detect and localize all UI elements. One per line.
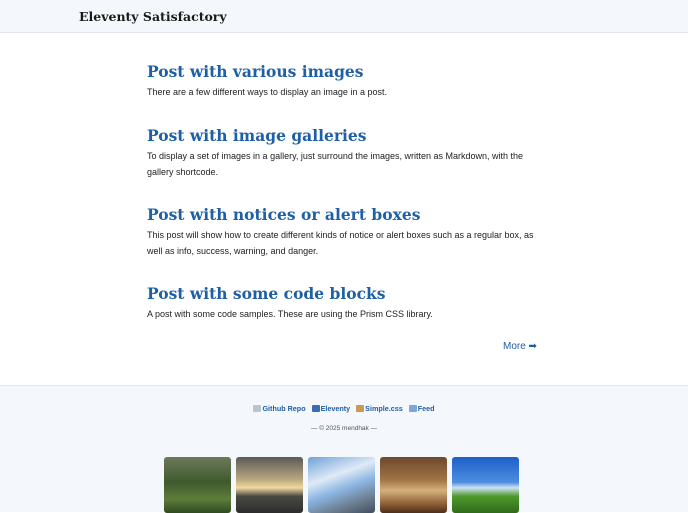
post-summary: This post will show how to create differ… (147, 230, 534, 256)
footer-link-eleventy[interactable]: Eleventy (311, 404, 351, 413)
post-item: Post with various images There are a few… (147, 63, 539, 100)
footer-link-github[interactable]: Github Repo (253, 404, 306, 413)
github-icon (253, 405, 262, 412)
post-title-link[interactable]: Post with image galleries (147, 127, 539, 145)
post-summary: To display a set of images in a gallery,… (147, 151, 524, 177)
eleventy-icon (311, 405, 320, 412)
thumbnail-alpine-village[interactable] (452, 457, 519, 513)
more-link[interactable]: More ➡ (503, 341, 537, 352)
post-summary: There are a few different ways to displa… (147, 87, 387, 97)
post-item: Post with image galleries To display a s… (147, 127, 539, 180)
post-summary: A post with some code samples. These are… (147, 309, 433, 319)
footer-link-label: Simple.css (365, 404, 403, 413)
post-title-link[interactable]: Post with various images (147, 63, 539, 81)
post-item: Post with notices or alert boxes This po… (147, 206, 539, 259)
thumbnail-forest[interactable] (164, 457, 231, 513)
post-title-link[interactable]: Post with notices or alert boxes (147, 206, 539, 224)
footer-link-simplecss[interactable]: Simple.css (356, 404, 403, 413)
footer-links: Github Repo Eleventy Simple.css Feed (0, 404, 688, 413)
thumbnail-sunset-sea[interactable] (236, 457, 303, 513)
site-title-link[interactable]: Eleventy Satisfactory (79, 9, 227, 24)
site-footer: Github Repo Eleventy Simple.css Feed — ©… (0, 385, 688, 513)
site-header: Eleventy Satisfactory (0, 0, 688, 33)
footer-link-feed[interactable]: Feed (408, 404, 435, 413)
footer-link-label: Github Repo (262, 404, 306, 413)
feed-icon (408, 405, 417, 412)
footer-link-label: Feed (417, 404, 435, 413)
post-title-link[interactable]: Post with some code blocks (147, 285, 539, 303)
post-list: Post with various images There are a few… (0, 33, 688, 385)
simplecss-icon (356, 405, 365, 412)
copyright: — © 2025 mendhak — (310, 425, 378, 432)
footer-link-label: Eleventy (320, 404, 351, 413)
thumbnail-mountains-clouds[interactable] (308, 457, 375, 513)
post-item: Post with some code blocks A post with s… (147, 285, 539, 322)
thumbnail-strip (164, 457, 519, 513)
thumbnail-hall-interior[interactable] (380, 457, 447, 513)
